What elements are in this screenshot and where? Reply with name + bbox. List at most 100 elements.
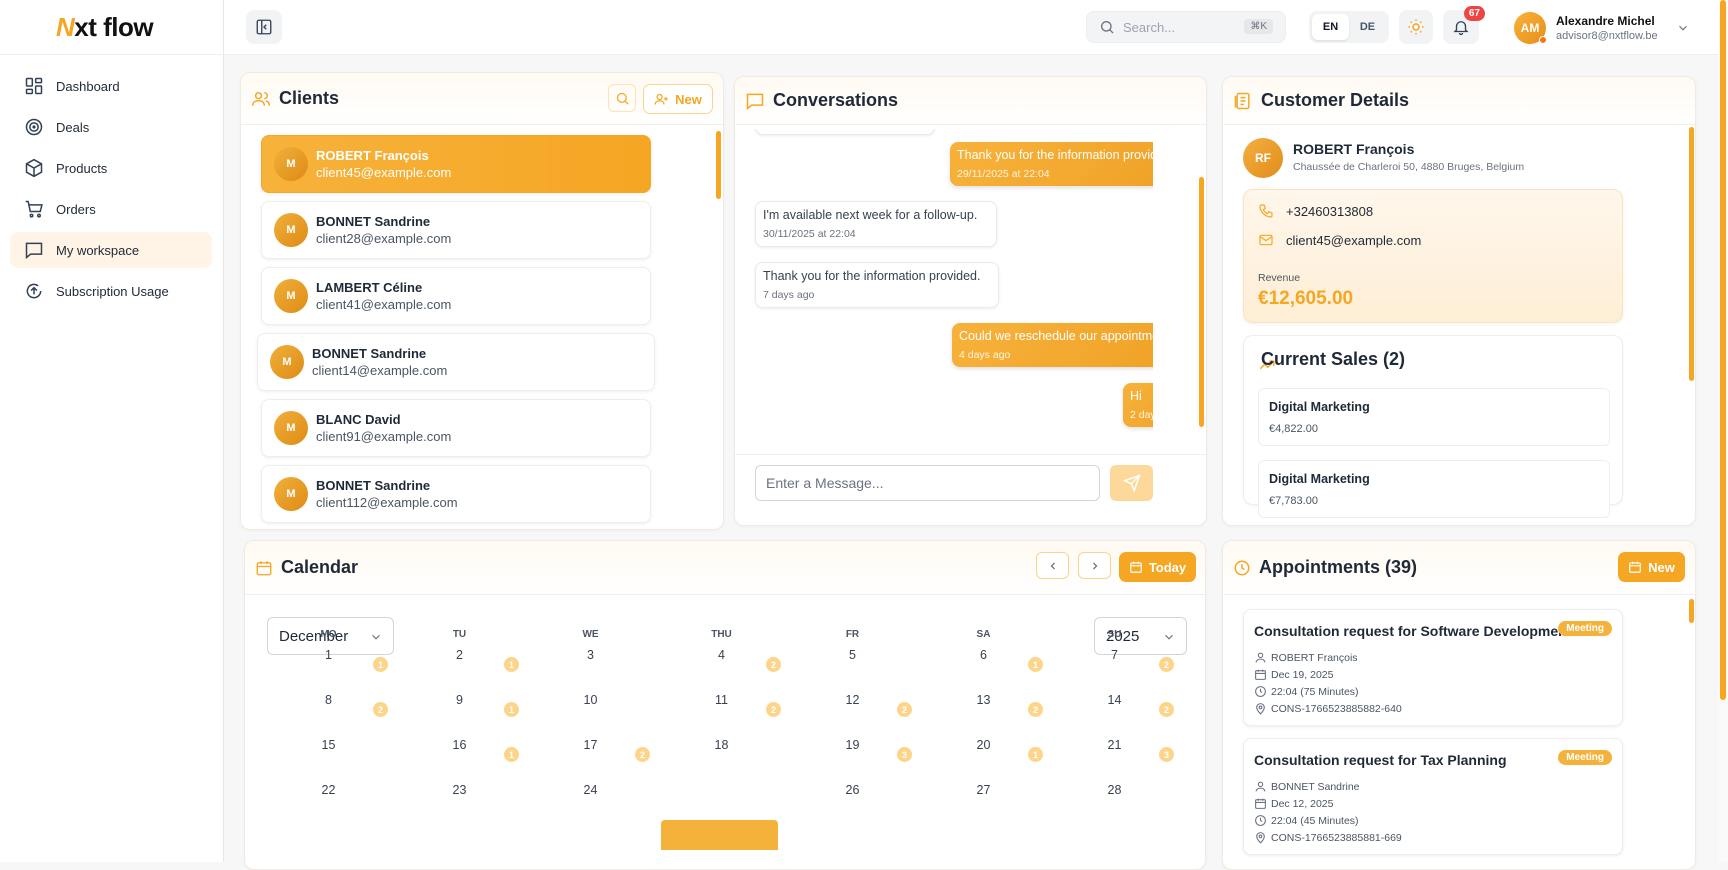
- client-list-item[interactable]: M LAMBERT Céline client41@example.com: [261, 267, 651, 325]
- sale-name: Digital Marketing: [1269, 400, 1370, 414]
- search-input[interactable]: Search... ⌘K: [1086, 11, 1286, 43]
- calendar-day[interactable]: 10: [525, 693, 656, 707]
- sale-item[interactable]: Digital Marketing €4,822.00: [1258, 388, 1610, 446]
- customer-details-scrollbar[interactable]: [1689, 127, 1694, 381]
- client-list-item[interactable]: M BONNET Sandrine client28@example.com: [261, 201, 651, 259]
- avatar: M: [274, 213, 308, 247]
- mail-icon: [1259, 234, 1273, 246]
- client-email: client112@example.com: [316, 495, 458, 510]
- clients-header: Clients New: [241, 73, 723, 125]
- message-text: Thank you for the information provided.: [763, 269, 981, 283]
- new-client-button[interactable]: New: [643, 84, 713, 114]
- calendar-header: Calendar Today: [245, 541, 1205, 595]
- sidebar: Nxt flow Dashboard Deals Products Orders…: [0, 0, 224, 862]
- avatar: M: [274, 411, 308, 445]
- lang-de-button[interactable]: DE: [1349, 14, 1386, 40]
- appointments-scrollbar[interactable]: [1689, 599, 1694, 623]
- sidebar-item-subscription-usage[interactable]: Subscription Usage: [10, 273, 212, 309]
- notifications-button[interactable]: 67: [1443, 6, 1485, 44]
- today-cell-highlight[interactable]: [661, 820, 778, 850]
- sidebar-item-label: Orders: [56, 201, 96, 217]
- logo[interactable]: Nxt flow: [56, 11, 154, 42]
- customer-address: Chaussée de Charleroi 50, 4880 Bruges, B…: [1293, 161, 1525, 173]
- appointment-date: Dec 19, 2025: [1271, 668, 1334, 681]
- calendar-card: Calendar Today December 2025 MO TU WE THU FR…: [244, 540, 1206, 870]
- lang-en-button[interactable]: EN: [1312, 14, 1349, 40]
- new-appointment-button[interactable]: New: [1618, 552, 1685, 582]
- sale-price: €7,783.00: [1269, 495, 1318, 507]
- sidebar-item-products[interactable]: Products: [10, 150, 212, 186]
- message-bubble-outgoing: Thank you for the information provided. …: [950, 142, 1153, 186]
- calendar-day[interactable]: 3: [525, 648, 656, 662]
- calendar-day[interactable]: 24: [525, 783, 656, 797]
- appointment-time: 22:04 (75 Minutes): [1271, 685, 1359, 698]
- client-email: client14@example.com: [312, 363, 448, 378]
- clients-search-button[interactable]: [608, 84, 636, 112]
- clients-scrollbar[interactable]: [716, 131, 721, 199]
- theme-toggle-button[interactable]: [1399, 10, 1433, 44]
- calendar-day[interactable]: 26: [787, 783, 918, 797]
- appointment-ref-row: CONS-1766523885882-640: [1254, 702, 1402, 715]
- send-message-button[interactable]: [1110, 465, 1153, 501]
- previous-month-button[interactable]: [1036, 552, 1069, 579]
- client-list-item[interactable]: M BONNET Sandrine client112@example.com: [261, 465, 651, 523]
- client-list-item[interactable]: M BLANC David client91@example.com: [261, 399, 651, 457]
- chevron-right-icon: [1092, 562, 1097, 569]
- page-scrollbar-track[interactable]: [1718, 0, 1728, 862]
- top-header: Search... ⌘K EN DE 67 AM Alexandre Miche…: [224, 0, 1728, 55]
- appointment-count-badge: 2: [635, 747, 650, 762]
- user-menu[interactable]: AM Alexandre Michel advisor8@nxtflow.be: [1514, 12, 1690, 44]
- revenue-label: Revenue: [1258, 272, 1301, 284]
- email-row[interactable]: client45@example.com: [1258, 232, 1421, 248]
- sidebar-item-label: Subscription Usage: [56, 283, 169, 299]
- logo-mark: N: [56, 11, 75, 42]
- today-button[interactable]: Today: [1119, 552, 1196, 582]
- appointment-item[interactable]: Consultation request for Tax Planning Me…: [1243, 738, 1623, 855]
- calendar-day[interactable]: 23: [394, 783, 525, 797]
- upload-cycle-icon: [26, 283, 42, 299]
- calendar-icon: [256, 560, 272, 575]
- page-scrollbar[interactable]: [1720, 0, 1726, 700]
- message-input[interactable]: Enter a Message...: [755, 465, 1100, 501]
- message-bubble-partial: [755, 129, 935, 135]
- message-thread: Thank you for the information provided. …: [753, 129, 1153, 435]
- sale-item[interactable]: Digital Marketing €7,783.00: [1258, 460, 1610, 518]
- sidebar-item-dashboard[interactable]: Dashboard: [10, 68, 212, 104]
- clients-title: Clients: [279, 88, 340, 108]
- appointment-count-badge: 2: [1159, 702, 1174, 717]
- next-month-button[interactable]: [1078, 552, 1111, 579]
- client-list-item[interactable]: M ROBERT François client45@example.com: [261, 135, 651, 193]
- calendar-day[interactable]: 25: [656, 783, 787, 797]
- appointment-count-badge: 2: [766, 657, 781, 672]
- calendar-day[interactable]: 5: [787, 648, 918, 662]
- conversation-scrollbar[interactable]: [1199, 177, 1204, 427]
- calendar-day[interactable]: 15: [263, 738, 394, 752]
- appointment-item[interactable]: Consultation request for Software Develo…: [1243, 609, 1623, 726]
- appointment-count-badge: 1: [373, 657, 388, 672]
- sidebar-item-label: Deals: [56, 119, 90, 135]
- sidebar-item-deals[interactable]: Deals: [10, 109, 212, 145]
- document-icon: [1234, 92, 1250, 109]
- appointment-count-badge: 1: [504, 657, 519, 672]
- appointment-type-badge: Meeting: [1558, 750, 1612, 765]
- user-icon: [1255, 781, 1266, 792]
- client-name: ROBERT François: [316, 148, 429, 163]
- avatar: AM: [1514, 12, 1547, 44]
- appointment-count-badge: 2: [1028, 702, 1043, 717]
- sidebar-item-orders[interactable]: Orders: [10, 191, 212, 227]
- client-list-item[interactable]: M BONNET Sandrine client14@example.com: [257, 333, 655, 391]
- phone-row[interactable]: +32460313808: [1258, 203, 1373, 219]
- sidebar-toggle-button[interactable]: [246, 10, 282, 44]
- sidebar-item-my-workspace[interactable]: My workspace: [10, 232, 212, 268]
- appointment-count-badge: 3: [1159, 747, 1174, 762]
- appointment-date-row: Dec 19, 2025: [1254, 668, 1333, 681]
- sidebar-item-label: Products: [56, 160, 108, 176]
- calendar-day[interactable]: 18: [656, 738, 787, 752]
- appointments-title: Appointments (39): [1259, 557, 1418, 577]
- appointment-ref-row: CONS-1766523885881-669: [1254, 831, 1402, 844]
- appointment-count-badge: 2: [1159, 657, 1174, 672]
- calendar-day[interactable]: 28: [1049, 783, 1180, 797]
- calendar-day[interactable]: 22: [263, 783, 394, 797]
- clock-icon: [1234, 560, 1250, 575]
- calendar-day[interactable]: 27: [918, 783, 1049, 797]
